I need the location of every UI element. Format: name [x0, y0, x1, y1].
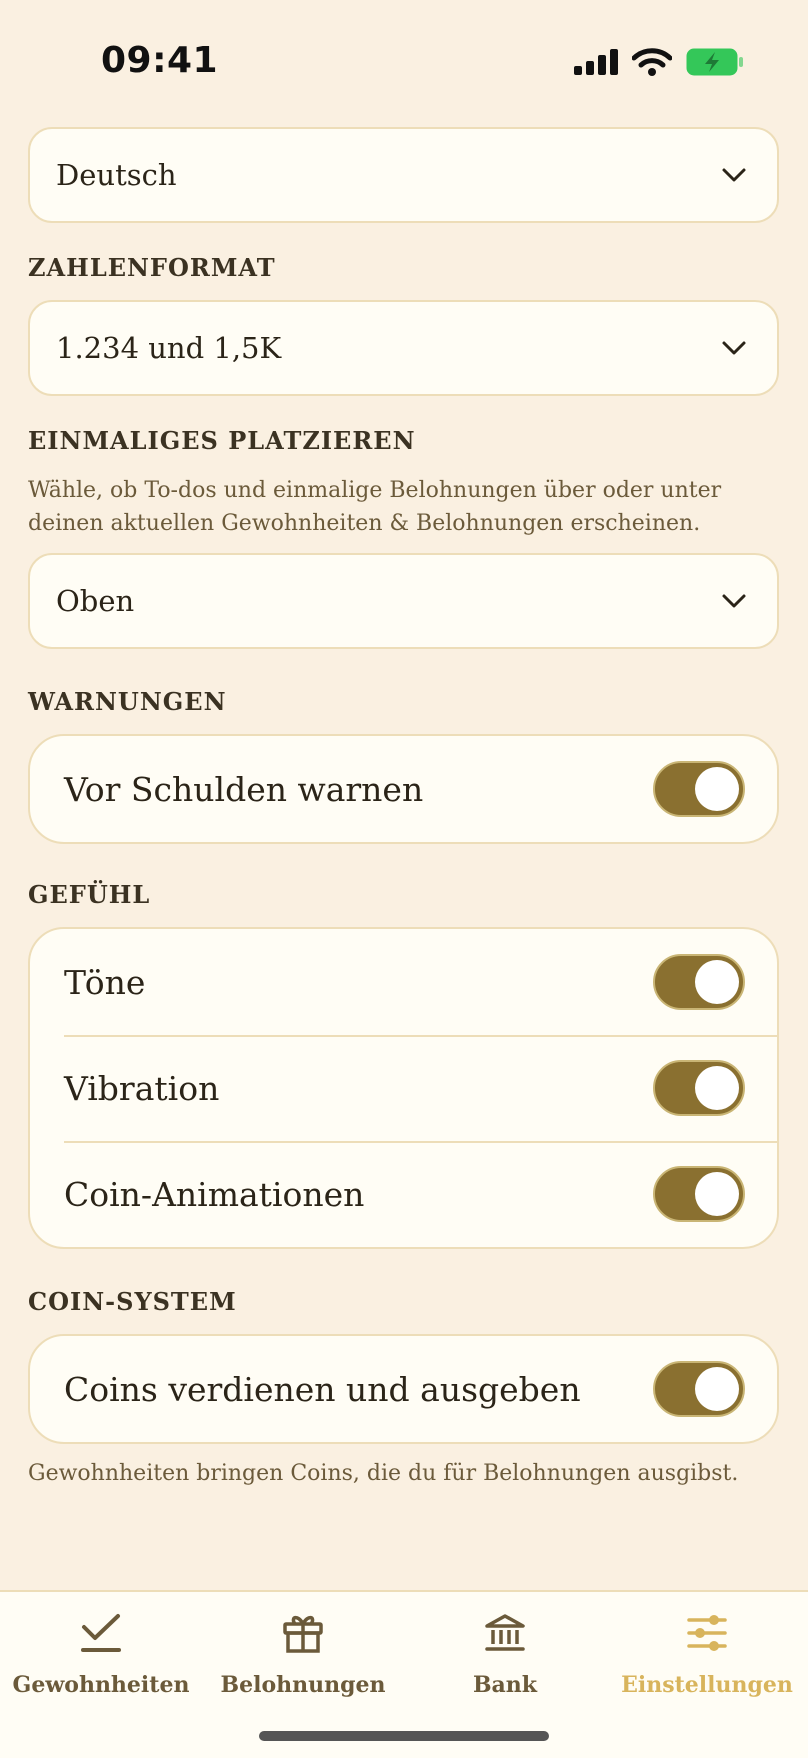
coins-earn-spend-label: Coins verdienen und ausgeben	[64, 1369, 581, 1409]
tab-belohnungen-label: Belohnungen	[220, 1672, 386, 1698]
home-indicator	[259, 1731, 549, 1741]
battery-charging-icon	[686, 48, 743, 76]
status-time: 09:41	[101, 40, 219, 81]
coin-system-card: Coins verdienen und ausgeben	[28, 1334, 779, 1444]
status-icons	[574, 48, 744, 76]
warn-debt-toggle[interactable]	[653, 761, 745, 817]
toggle-knob	[695, 1066, 739, 1110]
language-select[interactable]: Deutsch	[28, 127, 779, 223]
settings-screen: 09:41 Deutsch ZAHLENFORMAT 1.234 und 1,5…	[0, 0, 808, 1758]
placement-select-value: Oben	[56, 584, 135, 618]
placement-select[interactable]: Oben	[28, 553, 779, 649]
sounds-row: Töne	[30, 929, 777, 1035]
warn-debt-row: Vor Schulden warnen	[30, 736, 777, 842]
vibration-label: Vibration	[64, 1068, 220, 1108]
coin-system-label: COIN-SYSTEM	[28, 1287, 237, 1316]
coins-earn-spend-toggle[interactable]	[653, 1361, 745, 1417]
sliders-icon	[687, 1615, 727, 1651]
cellular-signal-icon	[574, 49, 618, 75]
status-bar: 09:41	[0, 0, 808, 120]
toggle-knob	[695, 1367, 739, 1411]
gift-icon	[283, 1615, 323, 1653]
vibration-row: Vibration	[30, 1035, 777, 1141]
chevron-down-icon	[722, 341, 746, 355]
bank-icon	[485, 1614, 525, 1651]
tab-belohnungen[interactable]: Belohnungen	[202, 1610, 404, 1698]
coin-animations-toggle[interactable]	[653, 1166, 745, 1222]
number-format-label: ZAHLENFORMAT	[28, 253, 276, 282]
feeling-label: GEFÜHL	[28, 880, 151, 909]
tab-einstellungen[interactable]: Einstellungen	[606, 1610, 808, 1698]
number-format-select-value: 1.234 und 1,5K	[56, 331, 282, 365]
tab-gewohnheiten-label: Gewohnheiten	[12, 1672, 190, 1698]
coin-animations-row: Coin-Animationen	[30, 1141, 777, 1247]
coin-system-note: Gewohnheiten bringen Coins, die du für B…	[28, 1461, 739, 1486]
vibration-toggle[interactable]	[653, 1060, 745, 1116]
language-select-value: Deutsch	[56, 158, 177, 192]
warnings-label: WARNUNGEN	[28, 687, 227, 716]
coins-earn-spend-row: Coins verdienen und ausgeben	[30, 1336, 777, 1442]
number-format-select[interactable]: 1.234 und 1,5K	[28, 300, 779, 396]
sounds-toggle[interactable]	[653, 954, 745, 1010]
tab-einstellungen-label: Einstellungen	[621, 1672, 793, 1698]
warnings-card: Vor Schulden warnen	[28, 734, 779, 844]
warn-debt-label: Vor Schulden warnen	[64, 769, 424, 809]
coin-animations-label: Coin-Animationen	[64, 1174, 365, 1214]
tab-bank[interactable]: Bank	[404, 1610, 606, 1698]
tab-bank-label: Bank	[472, 1672, 538, 1698]
chevron-down-icon	[722, 168, 746, 182]
toggle-knob	[695, 767, 739, 811]
check-icon	[81, 1614, 121, 1652]
feeling-card: Töne Vibration Coin-Animationen	[28, 927, 779, 1249]
wifi-icon	[632, 48, 672, 76]
placement-label: EINMALIGES PLATZIEREN	[28, 426, 416, 455]
chevron-down-icon	[722, 594, 746, 608]
tab-gewohnheiten[interactable]: Gewohnheiten	[0, 1610, 202, 1698]
toggle-knob	[695, 960, 739, 1004]
sounds-label: Töne	[64, 962, 146, 1002]
toggle-knob	[695, 1172, 739, 1216]
placement-description: Wähle, ob To-dos und einmalige Belohnung…	[28, 478, 722, 536]
